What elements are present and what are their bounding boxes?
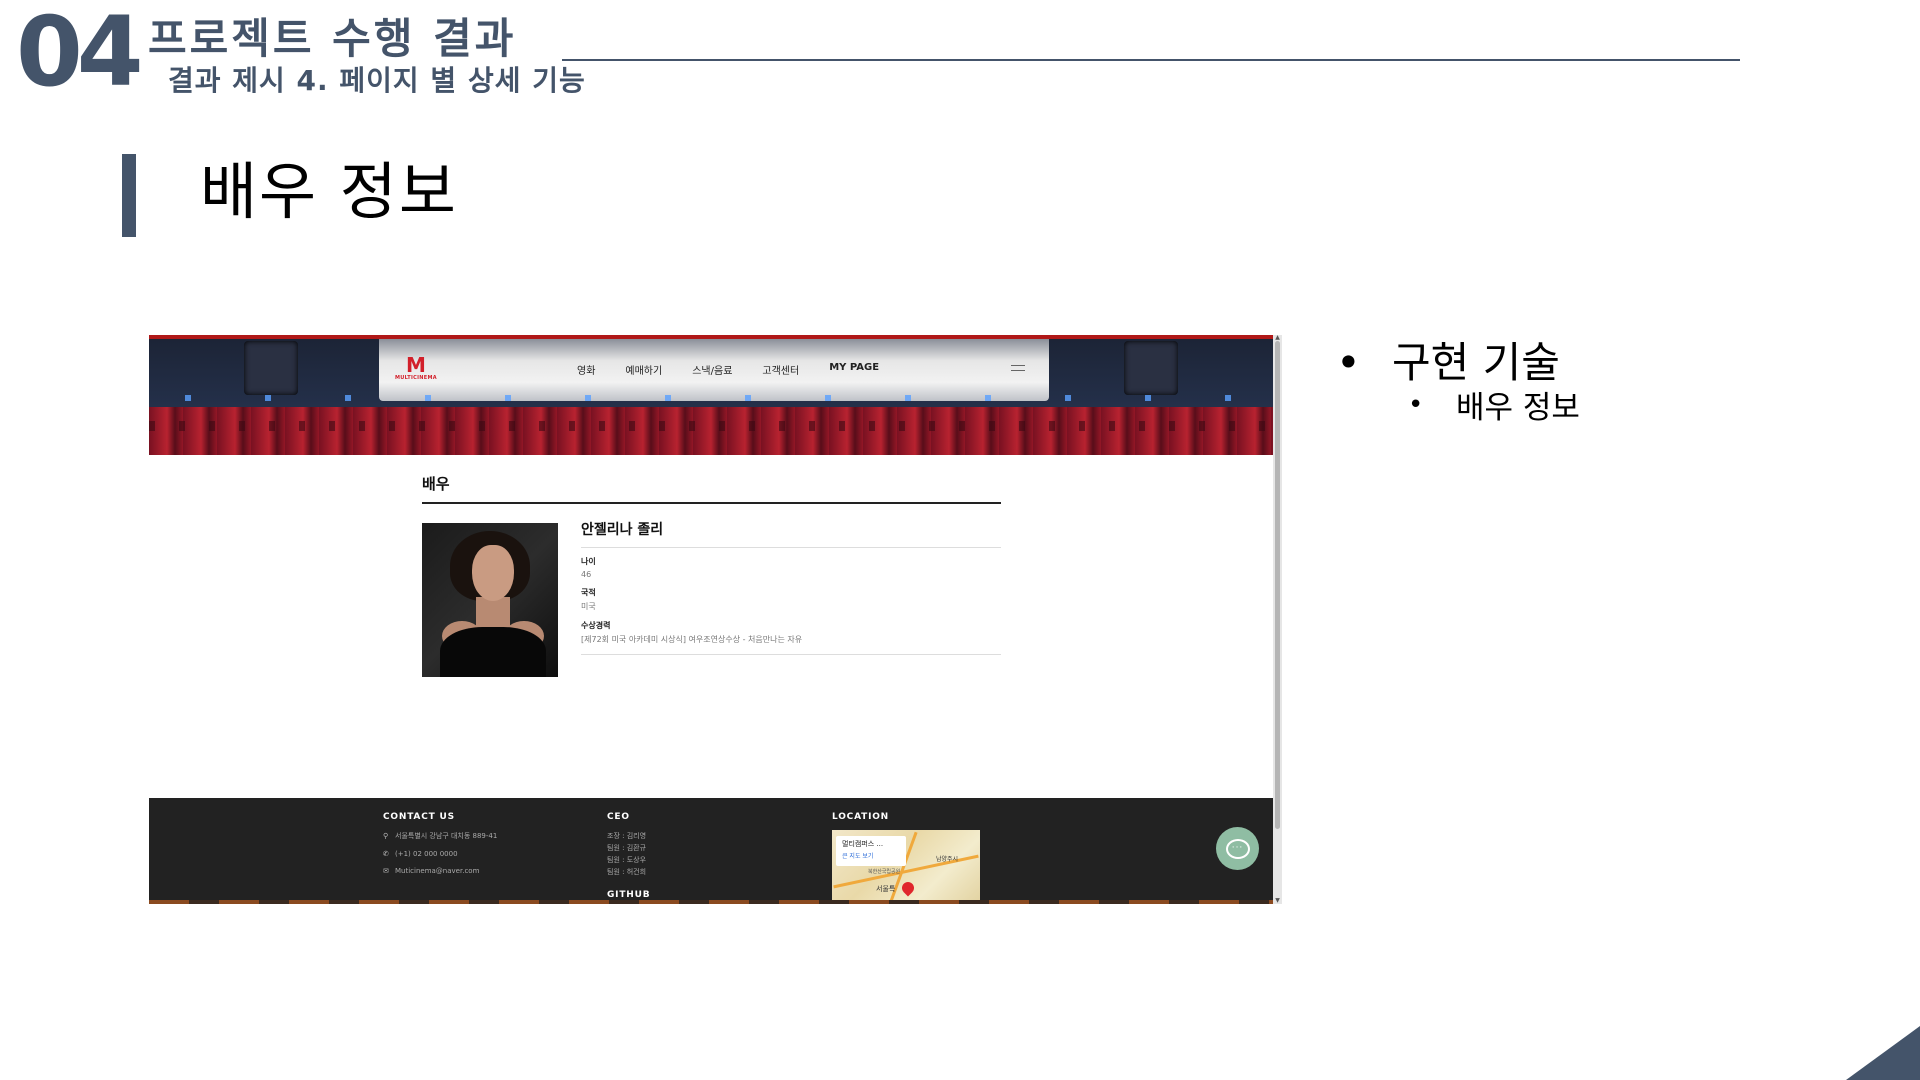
footer-phone-text: (+1) 02 000 0000 [395, 850, 458, 858]
photo-part [472, 545, 514, 601]
actor-field-label: 수상경력 [581, 621, 611, 630]
footer-ceo-heading: CEO [607, 812, 630, 822]
photo-part [440, 627, 546, 677]
nav-item-mypage[interactable]: MY PAGE [829, 362, 879, 377]
speaker-decoration [1124, 341, 1178, 395]
actor-info-divider [581, 654, 1001, 655]
envelope-icon: ✉ [383, 867, 389, 875]
phone-icon: ✆ [383, 850, 389, 858]
bullet-item: • 구현 기술 [1336, 338, 1580, 388]
section-number: 04 [16, 0, 144, 108]
site-footer: CONTACT US ⚲ 서울특별시 강남구 대치동 889-41 ✆ (+1) 0… [149, 798, 1273, 904]
map-title: 멀티캠퍼스 ... [842, 840, 884, 848]
chat-bubble-icon: ··· [1225, 838, 1250, 859]
site-logo[interactable]: M MULTICINEMA [386, 355, 446, 381]
theater-seats-shadow [149, 421, 1273, 431]
footer-member-list: 조장 : 김리영 팀원 : 김환규 팀원 : 도상우 팀원 : 허건희 [607, 830, 650, 878]
section-title: 프로젝트 수행 결과 [148, 14, 517, 63]
nav-item-movie[interactable]: 영화 [577, 362, 595, 377]
map-pin-icon[interactable] [899, 879, 917, 897]
speaker-decoration [244, 341, 298, 395]
actor-photo [422, 523, 558, 677]
website-screenshot: M MULTICINEMA 영화 예매하기 스낵/음료 고객센터 MY PAGE… [149, 335, 1282, 904]
actor-info: 안젤리나 졸리 나이 46 국적 미국 수상경력 [제72회 미국 아카데미 시… [581, 519, 1001, 655]
footer-contact-heading: CONTACT US [383, 812, 455, 822]
sub-bullet-item: • 배우 정보 [1336, 390, 1580, 427]
bullet-list: • 구현 기술 • 배우 정보 [1336, 338, 1580, 428]
actor-field-label: 국적 [581, 588, 596, 597]
footer-phone: ✆ (+1) 02 000 0000 [383, 850, 497, 858]
footer-email-text: Muticinema@naver.com [395, 867, 480, 875]
stage-lights [149, 395, 1273, 401]
actor-section-heading: 배우 [422, 473, 1001, 504]
slide-title: 배우 정보 [200, 155, 458, 228]
footer-github-heading[interactable]: GITHUB [607, 890, 650, 900]
actor-section: 배우 안젤리나 졸리 나이 46 국적 미국 수상경력 [제72회 미국 아카데… [422, 473, 1001, 677]
chat-button[interactable]: ··· [1216, 827, 1259, 870]
main-nav: 영화 예매하기 스낵/음료 고객센터 MY PAGE [577, 362, 909, 377]
footer-address-text: 서울특별시 강남구 대치동 889-41 [395, 832, 498, 840]
footer-member: 팀원 : 도상우 [607, 856, 647, 864]
scroll-thumb[interactable] [1275, 341, 1280, 829]
footer-email[interactable]: ✉ Muticinema@naver.com [383, 867, 497, 875]
logo-mark-icon: M [406, 353, 426, 377]
logo-text: MULTICINEMA [395, 375, 437, 381]
map-info-box: 멀티캠퍼스 ... 큰 지도 보기 [836, 836, 906, 866]
footer-location-heading: LOCATION [832, 812, 890, 822]
header-divider [562, 59, 1740, 61]
actor-field-value: [제72회 미국 아카데미 시상식] 여우조연상수상 - 처음만나는 자유 [581, 635, 803, 644]
site-header: M MULTICINEMA 영화 예매하기 스낵/음료 고객센터 MY PAGE [149, 335, 1273, 455]
bullet-dot-icon: • [1336, 338, 1361, 387]
bullet-text: 구현 기술 [1392, 338, 1560, 387]
footer-contact: CONTACT US ⚲ 서울특별시 강남구 대치동 889-41 ✆ (+1) 0… [383, 812, 497, 875]
map-enlarge-link[interactable]: 큰 지도 보기 [836, 849, 906, 860]
footer-address: ⚲ 서울특별시 강남구 대치동 889-41 [383, 831, 497, 841]
footer-location: LOCATION [832, 812, 889, 822]
bullet-dot-icon: • [1408, 390, 1424, 421]
nav-item-booking[interactable]: 예매하기 [625, 362, 662, 377]
footer-ceo: CEO 조장 : 김리영 팀원 : 김환규 팀원 : 도상우 팀원 : 허건희 … [607, 812, 650, 900]
footer-member: 팀원 : 김환규 [607, 844, 647, 852]
map-pin-icon: ⚲ [383, 832, 389, 840]
title-accent-bar [122, 154, 136, 237]
hamburger-menu-icon[interactable] [1011, 365, 1025, 375]
footer-edge [149, 900, 1273, 904]
map-label: 남양주시 [936, 856, 959, 863]
nav-item-support[interactable]: 고객센터 [762, 362, 799, 377]
corner-decoration [1846, 1026, 1920, 1080]
actor-field-value: 46 [581, 570, 592, 579]
actor-field-value: 미국 [581, 602, 596, 611]
section-subtitle: 결과 제시 4. 페이지 별 상세 기능 [168, 64, 586, 97]
actor-name: 안젤리나 졸리 [581, 519, 1001, 548]
theater-seats-image [149, 407, 1273, 455]
nav-item-snack[interactable]: 스낵/음료 [692, 362, 732, 377]
actor-field-label: 나이 [581, 557, 596, 566]
footer-member: 조장 : 김리영 [607, 832, 647, 840]
map-city-label: 서울특 [876, 885, 896, 893]
page-scrollbar[interactable]: ▲ ▼ [1273, 335, 1282, 904]
location-map[interactable]: 멀티캠퍼스 ... 큰 지도 보기 남양주시 북한산국립공원 서울특 [832, 830, 980, 904]
scroll-down-icon[interactable]: ▼ [1274, 898, 1281, 904]
map-label: 북한산국립공원 [868, 869, 901, 875]
sub-bullet-text: 배우 정보 [1456, 390, 1580, 427]
footer-member: 팀원 : 허건희 [607, 868, 647, 876]
